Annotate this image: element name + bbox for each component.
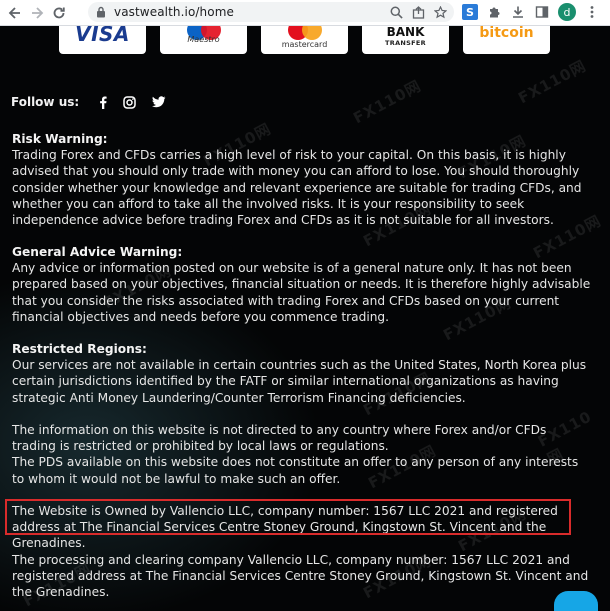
payment-methods: VISA Maestro mastercard BANK TRANSFER bit… [0,26,610,56]
bitcoin-logo: bitcoin [463,26,550,54]
general-advice-section: General Advice Warning: Any advice or in… [12,244,594,325]
restricted-regions-heading: Restricted Regions: [12,342,147,356]
instagram-icon[interactable] [123,95,136,109]
address-bar[interactable]: vastwealth.io/home [88,2,454,22]
maestro-logo: Maestro [160,26,247,54]
menu-kebab-icon[interactable] [584,4,600,20]
risk-warning-section: Risk Warning: Trading Forex and CFDs car… [12,131,594,228]
highlight-annotation-box [5,499,571,535]
restricted-regions-text: Our services are not available in certai… [12,358,587,405]
browser-toolbar: vastwealth.io/home S d [0,0,610,26]
download-icon[interactable] [510,4,526,20]
search-icon[interactable] [388,4,404,20]
url-text[interactable]: vastwealth.io/home [114,5,234,19]
visa-logo: VISA [59,26,146,54]
page-content: FX110网 FX110网 FX110网 FX110网 FX110网 FX110… [0,26,610,611]
general-advice-text: Any advice or information posted on our … [12,261,591,324]
processing-text: The processing and clearing company Vall… [12,553,589,600]
profile-avatar[interactable]: d [558,3,576,21]
extension-s-icon[interactable]: S [462,4,478,20]
jurisdiction-notice: The information on this website is not d… [12,422,594,487]
processing-notice: The processing and clearing company Vall… [12,552,594,601]
share-icon[interactable] [410,4,426,20]
back-arrow-icon[interactable] [4,2,26,24]
jurisdiction-text: The information on this website is not d… [12,423,547,454]
reload-icon[interactable] [48,2,70,24]
mastercard-logo: mastercard [261,26,348,54]
twitter-icon[interactable] [152,96,166,108]
chat-widget-button[interactable] [554,591,598,611]
side-panel-icon[interactable] [534,4,550,20]
lock-icon [96,3,114,22]
risk-warning-heading: Risk Warning: [12,132,108,146]
restricted-regions-section: Restricted Regions: Our services are not… [12,341,594,406]
follow-us-label: Follow us: [11,95,80,109]
social-follow: Follow us: [11,95,182,109]
pds-text: The PDS available on this website does n… [12,455,579,486]
risk-warning-text: Trading Forex and CFDs carries a high le… [12,148,582,228]
general-advice-heading: General Advice Warning: [12,245,183,259]
puzzle-extensions-icon[interactable] [486,4,502,20]
forward-arrow-icon[interactable] [26,2,48,24]
facebook-icon[interactable] [99,96,107,109]
bookmark-star-icon[interactable] [432,4,448,20]
bank-transfer-logo: BANK TRANSFER [362,26,449,54]
